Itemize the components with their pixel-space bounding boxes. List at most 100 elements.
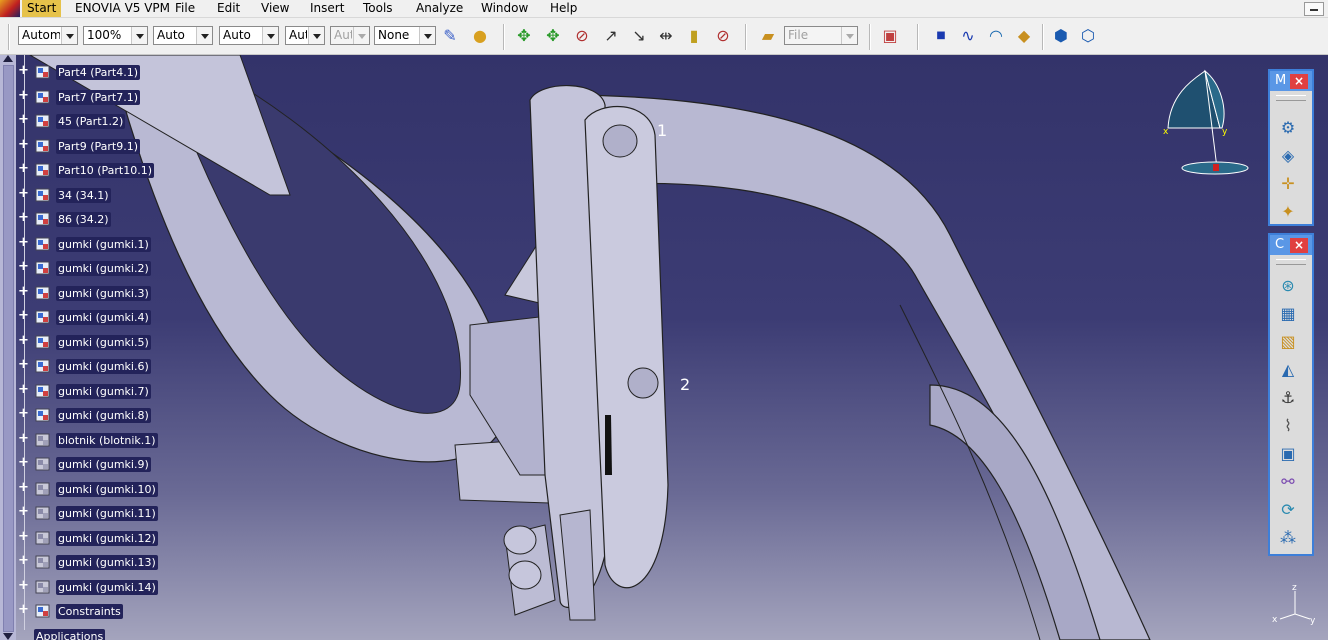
fix-together-icon[interactable]: ⌇ [1276,413,1300,437]
3d-viewport[interactable]: 1 2 x y z x y + Part4 (Part4.1) + Part7 (Pa… [0,55,1328,640]
manipulate-icon[interactable]: ↘ [628,25,650,47]
move-icon[interactable]: ✥ [513,25,535,47]
part-icon[interactable] [34,63,52,81]
manipulation-icon[interactable]: ⚙ [1276,115,1300,139]
point-icon[interactable]: ■ [930,25,952,47]
transparency-select[interactable]: 100% [83,26,148,45]
chevron-down-icon[interactable] [61,27,77,44]
point-type-select[interactable]: Aut [285,26,325,45]
chevron-down-icon[interactable] [196,27,212,44]
measure-icon[interactable]: ▮ [683,25,705,47]
catia-logo-icon[interactable] [0,0,20,17]
menu-view[interactable]: View [261,1,289,15]
explode-tool-icon[interactable]: ✛ [1276,171,1300,195]
part-icon[interactable] [34,210,52,228]
menu-analyze[interactable]: Analyze [416,1,463,15]
line-color-select[interactable]: Automa [18,26,78,45]
part-icon[interactable] [34,161,52,179]
chevron-down-icon[interactable] [841,27,857,44]
catalog-icon[interactable]: ▣ [879,25,901,47]
constraints-icon[interactable] [34,602,52,620]
part-icon[interactable] [34,382,52,400]
palette-grip[interactable] [1276,259,1306,265]
scroll-thumb[interactable] [3,65,14,632]
menu-enovia[interactable]: ENOVIA V5 VPM [75,1,170,15]
expand-plus-icon[interactable]: + [18,309,29,322]
chevron-down-icon[interactable] [419,27,435,44]
expand-plus-icon[interactable]: + [18,285,29,298]
contact-constraint-icon[interactable]: ▦ [1276,301,1300,325]
offset-constraint-icon[interactable]: ▧ [1276,329,1300,353]
scroll-down-icon[interactable] [3,633,13,640]
expand-plus-icon[interactable]: + [18,554,29,567]
compass-icon[interactable]: x y [1160,63,1255,178]
expand-plus-icon[interactable]: + [18,334,29,347]
expand-plus-icon[interactable]: + [18,358,29,371]
change-constraint-icon[interactable]: ⟳ [1276,497,1300,521]
part-icon[interactable] [34,357,52,375]
expand-plus-icon[interactable]: + [18,456,29,469]
part-icon[interactable] [34,333,52,351]
part-icon[interactable] [34,88,52,106]
part-icon[interactable] [34,186,52,204]
part-icon[interactable] [34,504,52,522]
menu-help[interactable]: Help [550,1,577,15]
part-icon[interactable] [34,112,52,130]
expand-plus-icon[interactable]: + [18,187,29,200]
scroll-up-icon[interactable] [3,55,13,62]
angle-constraint-icon[interactable]: ◭ [1276,357,1300,381]
chevron-down-icon[interactable] [131,27,147,44]
folder-open-icon[interactable]: ▰ [757,25,779,47]
expand-plus-icon[interactable]: + [18,211,29,224]
view-normal-icon[interactable]: ⬡ [1077,25,1099,47]
layer-select[interactable]: None [374,26,436,45]
part-icon[interactable] [34,578,52,596]
expand-plus-icon[interactable]: + [18,481,29,494]
expand-plus-icon[interactable]: + [18,407,29,420]
expand-plus-icon[interactable]: + [18,113,29,126]
part-icon[interactable] [34,259,52,277]
menu-edit[interactable]: Edit [217,1,240,15]
part-icon[interactable] [34,455,52,473]
line-weight-select[interactable]: Auto [153,26,213,45]
palette-grip[interactable] [1276,95,1306,101]
snap-tool-icon[interactable]: ◈ [1276,143,1300,167]
stop-manipulate-icon[interactable]: ✦ [1276,199,1300,223]
part-icon[interactable] [34,308,52,326]
coincidence-constraint-icon[interactable]: ⊛ [1276,273,1300,297]
expand-plus-icon[interactable]: + [18,432,29,445]
minimize-button[interactable] [1304,2,1324,16]
palette-move[interactable]: M × ⚙ ◈ ✛ ✦ [1268,69,1314,226]
expand-plus-icon[interactable]: + [18,236,29,249]
part-icon[interactable] [34,406,52,424]
explode-icon[interactable]: ↗ [600,25,622,47]
part-icon[interactable] [34,529,52,547]
part-icon[interactable] [34,137,52,155]
close-button[interactable]: × [1290,74,1308,89]
part-icon[interactable] [34,284,52,302]
part-icon[interactable] [34,553,52,571]
expand-plus-icon[interactable]: + [18,383,29,396]
fix-component-icon[interactable]: ⚓ [1276,385,1300,409]
part-icon[interactable] [34,431,52,449]
close-button[interactable]: × [1290,238,1308,253]
chevron-down-icon[interactable] [308,27,324,44]
toolbar-grip[interactable] [8,24,10,50]
plane-icon[interactable]: ◆ [1013,25,1035,47]
reuse-pattern-icon[interactable]: ⁂ [1276,525,1300,549]
palette-constraints[interactable]: C × ⊛ ▦ ▧ ◭ ⚓ ⌇ ▣ ⚯ ⟳ ⁂ [1268,233,1314,556]
chevron-down-icon[interactable] [262,27,278,44]
menu-window[interactable]: Window [481,1,528,15]
fill-icon[interactable]: ● [469,25,491,47]
spline-icon[interactable]: ∿ [957,25,979,47]
clash-icon[interactable]: ⊘ [712,25,734,47]
rotate-move-icon[interactable]: ✥ [542,25,564,47]
expand-plus-icon[interactable]: + [18,64,29,77]
part-icon[interactable] [34,235,52,253]
expand-plus-icon[interactable]: + [18,579,29,592]
menu-tools[interactable]: Tools [363,1,393,15]
expand-plus-icon[interactable]: + [18,138,29,151]
quick-constraint-icon[interactable]: ▣ [1276,441,1300,465]
flexible-subassembly-icon[interactable]: ⚯ [1276,469,1300,493]
coincidence-icon[interactable]: ⇹ [655,25,677,47]
